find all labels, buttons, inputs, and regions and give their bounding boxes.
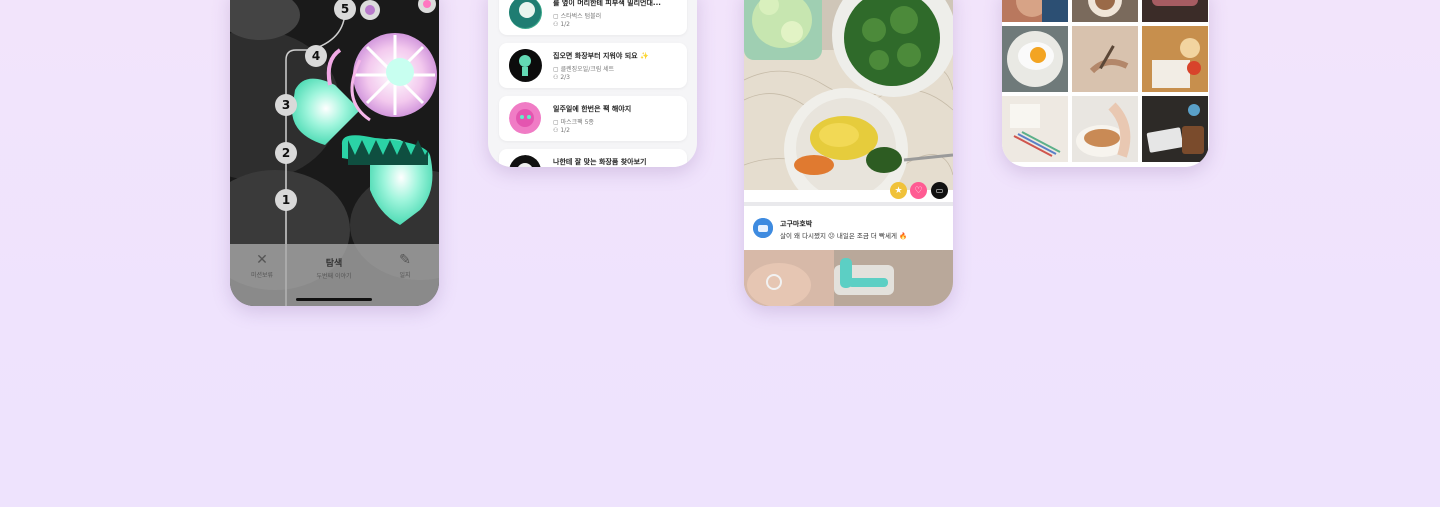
tab-mission-hold[interactable]: ✕ 미션보류 (244, 252, 280, 279)
people-icon: ⚇ (553, 127, 559, 134)
chat-icon: ▭ (935, 186, 944, 195)
people-icon: ⚇ (553, 21, 559, 28)
mission-title: 집오면 화장부터 지워야 되요 ✨ (553, 52, 649, 60)
mission-step-2[interactable]: 2 (275, 142, 297, 164)
photo-grid-item[interactable] (1142, 96, 1208, 162)
mission-reward: ▢ 마스크팩 5종 (553, 119, 594, 126)
tab-label: 미션보류 (250, 272, 274, 279)
mission-avatar (509, 155, 542, 167)
mission-avatar (509, 102, 542, 135)
comment-button[interactable]: ▭ (931, 182, 948, 199)
tab-subtitle: 두번째 이야기 (316, 273, 352, 280)
tab-journal[interactable]: ✎ 일지 (388, 252, 422, 279)
calendar-icon: ▢ (553, 13, 559, 20)
mission-reward: ▢ 스타벅스 텀블러 (553, 13, 602, 20)
mission-reward: ▢ 클렌징오일/크림 세트 (553, 66, 615, 73)
mission-title: 나한테 잘 맞는 화장품 찾아보기 (553, 158, 647, 166)
photo-grid-item[interactable] (1142, 26, 1208, 92)
photo-grid-item[interactable] (1072, 0, 1138, 22)
divider (744, 202, 953, 206)
mission-step-3[interactable]: 3 (275, 94, 297, 116)
comment-author[interactable]: 고구마호박 (780, 219, 812, 229)
tab-label: 일지 (399, 272, 411, 279)
pencil-icon: ✎ (399, 252, 411, 268)
photo-grid-item[interactable] (1002, 0, 1068, 22)
mission-card[interactable]: 나한테 잘 맞는 화장품 찾아보기 (499, 149, 687, 167)
close-icon: ✕ (256, 252, 268, 268)
photo-grid-phone-mockup (1002, 0, 1209, 167)
photo-grid-item[interactable] (1072, 96, 1138, 162)
workout-photo (744, 250, 953, 306)
mission-progress: ⚇ 1/2 (553, 127, 570, 134)
calendar-icon: ▢ (553, 66, 559, 73)
exploration-phone-mockup: 5 4 3 2 1 ✕ 미션보류 탐색 두번째 이야기 ✎ 일지 (230, 0, 439, 306)
food-photo (744, 0, 953, 190)
mission-card[interactable]: 집오면 화장부터 지워야 되요 ✨ ▢ 클렌징오일/크림 세트 ⚇ 2/3 (499, 43, 687, 88)
feed-phone-mockup: ★ ♡ ▭ 고구마호박 살이 왜 다시쪘지 😕 내일은 조금 더 빡세게 🔥 (744, 0, 953, 306)
bottom-tab-bar: ✕ 미션보류 탐색 두번째 이야기 ✎ 일지 (230, 244, 439, 306)
photo-grid-item[interactable] (1002, 26, 1068, 92)
mission-avatar (509, 49, 542, 82)
reaction-emoji-button[interactable]: ★ (890, 182, 907, 199)
photo-grid-item[interactable] (1072, 26, 1138, 92)
mission-title: 를 옆이 머리한테 피부색 밀리언대... (553, 0, 661, 7)
like-button[interactable]: ♡ (910, 182, 927, 199)
comment-text: 살이 왜 다시쪘지 😕 내일은 조금 더 빡세게 🔥 (780, 232, 908, 240)
mission-progress: ⚇ 2/3 (553, 74, 570, 81)
tab-title: 탐색 (325, 259, 343, 269)
mission-progress: ⚇ 1/2 (553, 21, 570, 28)
mission-card[interactable]: 를 옆이 머리한테 피부색 밀리언대... ▢ 스타벅스 텀블러 ⚇ 1/2 (499, 0, 687, 35)
home-indicator (296, 298, 372, 301)
calendar-icon: ▢ (553, 119, 559, 126)
mission-list-phone-mockup: 를 옆이 머리한테 피부색 밀리언대... ▢ 스타벅스 텀블러 ⚇ 1/2 집… (488, 0, 697, 167)
heart-icon: ♡ (914, 185, 923, 196)
mission-step-4[interactable]: 4 (305, 45, 327, 67)
tab-explore[interactable]: 탐색 두번째 이야기 (304, 256, 364, 280)
people-icon: ⚇ (553, 74, 559, 81)
avatar[interactable] (753, 218, 773, 238)
photo-grid-item[interactable] (1002, 96, 1068, 162)
mission-avatar (509, 0, 542, 29)
mission-card[interactable]: 일주일에 한번은 팩 해야지 ▢ 마스크팩 5종 ⚇ 1/2 (499, 96, 687, 141)
sparkle-emoji-icon: ✨ (640, 52, 649, 60)
photo-grid-item[interactable] (1142, 0, 1208, 22)
mission-step-1[interactable]: 1 (275, 189, 297, 211)
mission-title: 일주일에 한번은 팩 해야지 (553, 105, 632, 113)
